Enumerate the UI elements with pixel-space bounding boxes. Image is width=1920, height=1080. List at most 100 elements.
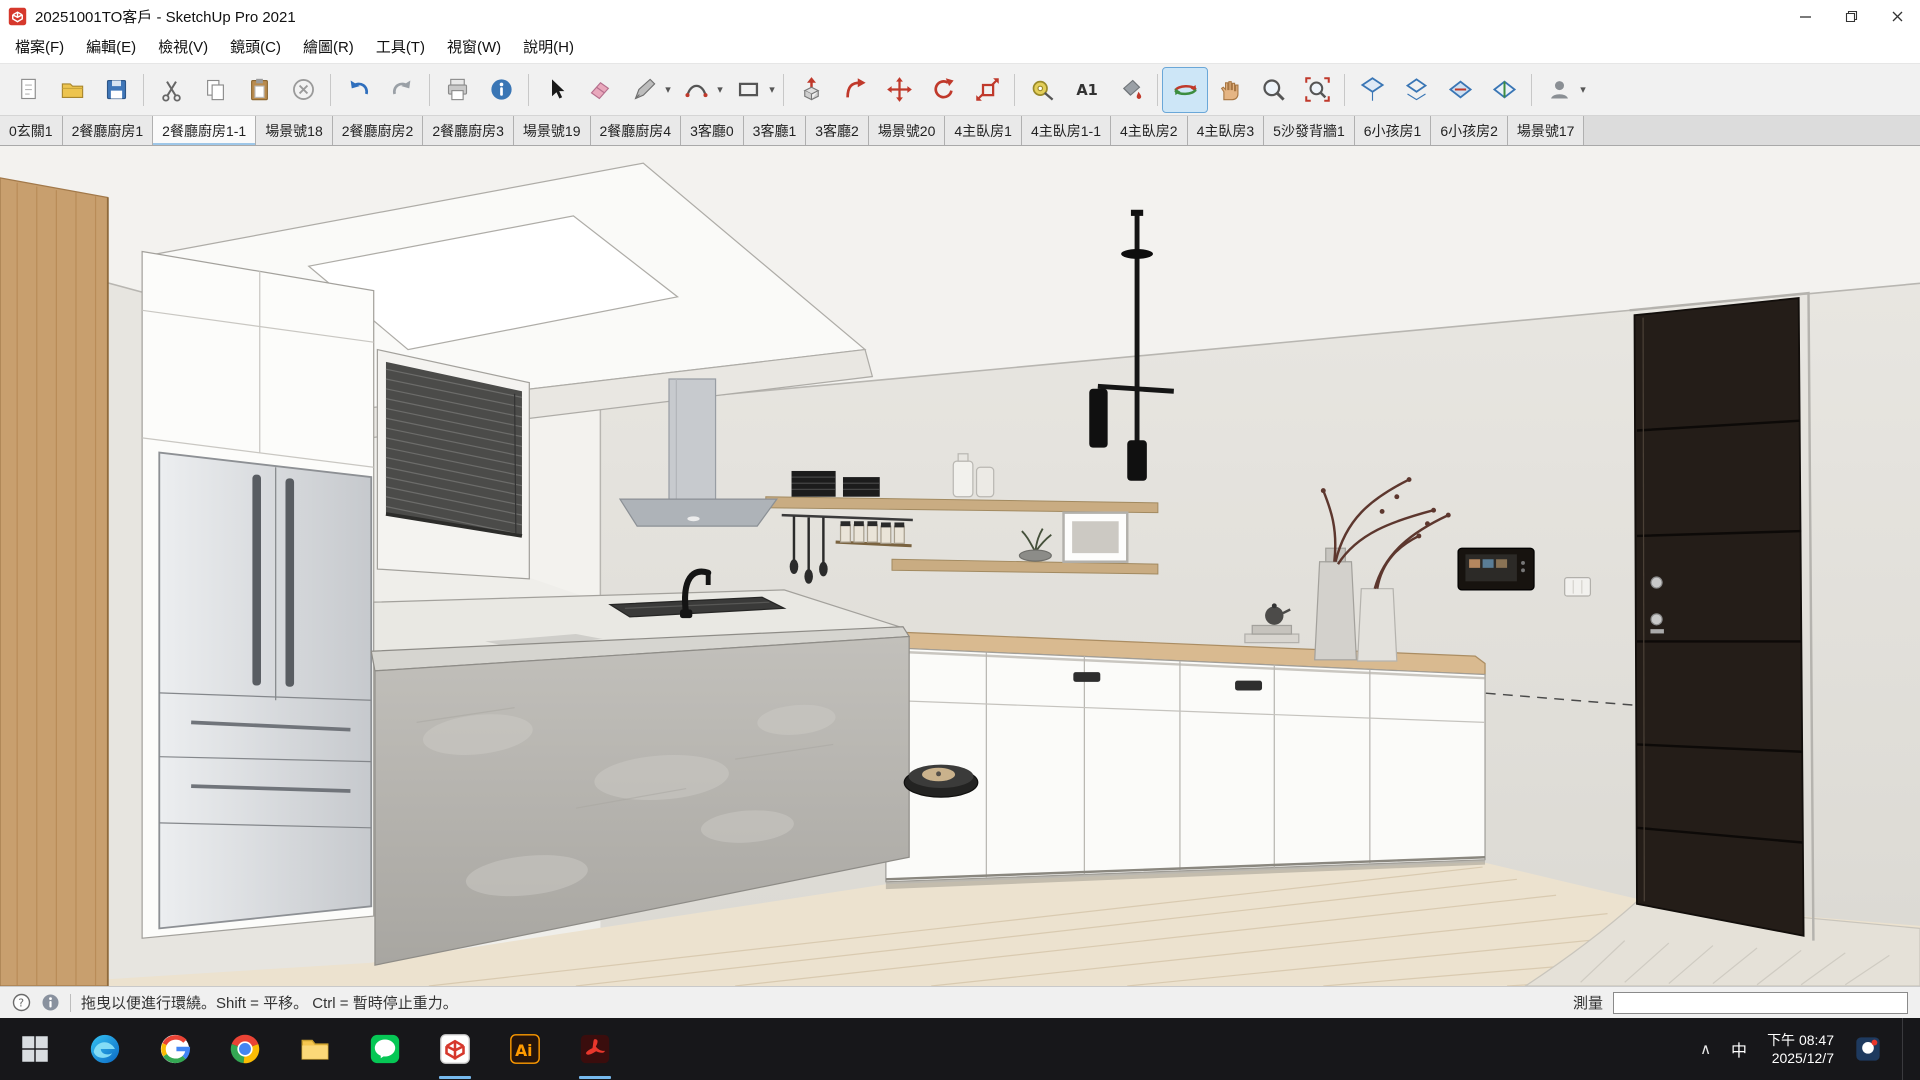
zoom-icon bbox=[1260, 76, 1287, 103]
show-desktop-button[interactable] bbox=[1902, 1018, 1908, 1080]
pan-tool-button[interactable] bbox=[1207, 68, 1251, 112]
menu-tools[interactable]: 工具(T) bbox=[365, 33, 436, 63]
start-button[interactable] bbox=[0, 1018, 70, 1080]
taskbar-clock[interactable]: 下午 08:47 2025/12/7 bbox=[1767, 1031, 1834, 1067]
paste-icon bbox=[246, 76, 273, 103]
new-button[interactable] bbox=[6, 68, 50, 112]
scene-tab-11[interactable]: 場景號20 bbox=[869, 116, 946, 145]
display-section-cuts-button[interactable] bbox=[1438, 68, 1482, 112]
taskbar-sketchup[interactable] bbox=[420, 1018, 490, 1080]
menu-window[interactable]: 視窗(W) bbox=[436, 33, 512, 63]
cut-button[interactable] bbox=[149, 68, 193, 112]
toolbar-separator bbox=[1157, 74, 1158, 106]
copy-button[interactable] bbox=[193, 68, 237, 112]
display-section-fill-button[interactable] bbox=[1482, 68, 1526, 112]
scene-tab-14[interactable]: 4主臥房2 bbox=[1111, 116, 1188, 145]
ime-indicator[interactable]: 中 bbox=[1731, 1037, 1747, 1061]
scene-tab-18[interactable]: 6小孩房2 bbox=[1431, 116, 1508, 145]
shapes-tool-button[interactable] bbox=[726, 68, 770, 112]
pan-icon bbox=[1216, 76, 1243, 103]
scene-tab-5[interactable]: 2餐廳廚房3 bbox=[423, 116, 514, 145]
menu-view[interactable]: 檢視(V) bbox=[147, 33, 219, 63]
save-button[interactable] bbox=[94, 68, 138, 112]
tray-chevron-icon[interactable]: ∧ bbox=[1700, 1040, 1711, 1058]
scene-tab-19[interactable]: 場景號17 bbox=[1508, 116, 1585, 145]
scene-tab-6[interactable]: 場景號19 bbox=[514, 116, 591, 145]
delete-button[interactable] bbox=[281, 68, 325, 112]
move-tool-button[interactable] bbox=[877, 68, 921, 112]
arc-tool-button[interactable] bbox=[674, 68, 718, 112]
display-section-planes-button[interactable] bbox=[1394, 68, 1438, 112]
scene-tab-7[interactable]: 2餐廳廚房4 bbox=[591, 116, 682, 145]
taskbar-acrobat[interactable] bbox=[560, 1018, 630, 1080]
taskbar-google[interactable] bbox=[140, 1018, 210, 1080]
follow-me-tool-button[interactable] bbox=[833, 68, 877, 112]
tape-measure-tool-button[interactable] bbox=[1020, 68, 1064, 112]
menu-draw[interactable]: 繪圖(R) bbox=[292, 33, 365, 63]
zoom-extents-button[interactable] bbox=[1295, 68, 1339, 112]
minimize-button[interactable] bbox=[1782, 0, 1828, 33]
undo-button[interactable] bbox=[336, 68, 380, 112]
scene-tab-12[interactable]: 4主臥房1 bbox=[945, 116, 1022, 145]
taskbar-chrome[interactable] bbox=[210, 1018, 280, 1080]
scene-tab-9[interactable]: 3客廳1 bbox=[744, 116, 807, 145]
scene-tab-3[interactable]: 場景號18 bbox=[256, 116, 333, 145]
scene-tab-4[interactable]: 2餐廳廚房2 bbox=[333, 116, 424, 145]
redo-button[interactable] bbox=[380, 68, 424, 112]
toolbar-separator bbox=[1014, 74, 1015, 106]
taskbar-illustrator[interactable] bbox=[490, 1018, 560, 1080]
select-tool-button[interactable] bbox=[534, 68, 578, 112]
scene-tab-8[interactable]: 3客廳0 bbox=[681, 116, 744, 145]
scale-tool-button[interactable] bbox=[965, 68, 1009, 112]
menu-camera[interactable]: 鏡頭(C) bbox=[219, 33, 292, 63]
menu-edit[interactable]: 編輯(E) bbox=[75, 33, 147, 63]
wood-panel-column[interactable] bbox=[0, 178, 108, 986]
scene-tab-17[interactable]: 6小孩房1 bbox=[1355, 116, 1432, 145]
window-blinds[interactable] bbox=[377, 350, 529, 579]
base-cabinets[interactable] bbox=[886, 632, 1485, 890]
taskbar-edge[interactable] bbox=[70, 1018, 140, 1080]
line-tool-button[interactable] bbox=[622, 68, 666, 112]
model-info-button[interactable] bbox=[479, 68, 523, 112]
scene-tab-2[interactable]: 2餐廳廚房1-1 bbox=[153, 116, 256, 145]
taskbar-line-app[interactable] bbox=[350, 1018, 420, 1080]
info-icon[interactable] bbox=[41, 993, 60, 1012]
scene-tab-16[interactable]: 5沙發背牆1 bbox=[1264, 116, 1355, 145]
light-switch[interactable] bbox=[1565, 578, 1591, 596]
restore-button[interactable] bbox=[1828, 0, 1874, 33]
help-icon[interactable]: ? bbox=[12, 993, 31, 1012]
scene-tab-15[interactable]: 4主臥房3 bbox=[1188, 116, 1265, 145]
title-bar: 20251001TO客戶 - SketchUp Pro 2021 bbox=[0, 0, 1920, 33]
push-pull-tool-button[interactable] bbox=[789, 68, 833, 112]
print-button[interactable] bbox=[435, 68, 479, 112]
section-plane-button[interactable] bbox=[1350, 68, 1394, 112]
zoom-extents-icon bbox=[1304, 76, 1331, 103]
menu-file[interactable]: 檔案(F) bbox=[4, 33, 75, 63]
measurement-input[interactable] bbox=[1613, 992, 1908, 1014]
menu-help[interactable]: 說明(H) bbox=[512, 33, 585, 63]
save-icon bbox=[103, 76, 130, 103]
entry-door[interactable] bbox=[1630, 293, 1814, 940]
robot-vacuum[interactable] bbox=[904, 765, 978, 797]
scene-tab-1[interactable]: 2餐廳廚房1 bbox=[63, 116, 154, 145]
taskbar-file-explorer[interactable] bbox=[280, 1018, 350, 1080]
toolbar-separator bbox=[429, 74, 430, 106]
line-icon bbox=[631, 76, 658, 103]
refrigerator[interactable] bbox=[159, 453, 371, 929]
paste-button[interactable] bbox=[237, 68, 281, 112]
orbit-tool-button[interactable] bbox=[1163, 68, 1207, 112]
scene-tab-0[interactable]: 0玄關1 bbox=[0, 116, 63, 145]
text-tool-button[interactable] bbox=[1064, 68, 1108, 112]
zoom-tool-button[interactable] bbox=[1251, 68, 1295, 112]
scene-tab-13[interactable]: 4主臥房1-1 bbox=[1022, 116, 1111, 145]
close-button[interactable] bbox=[1874, 0, 1920, 33]
rotate-tool-button[interactable] bbox=[921, 68, 965, 112]
scene-tab-10[interactable]: 3客廳2 bbox=[806, 116, 869, 145]
paint-bucket-tool-button[interactable] bbox=[1108, 68, 1152, 112]
eraser-tool-button[interactable] bbox=[578, 68, 622, 112]
sign-in-button[interactable] bbox=[1537, 68, 1581, 112]
model-viewport[interactable] bbox=[0, 146, 1920, 986]
wall-control-panel[interactable] bbox=[1458, 548, 1534, 590]
open-button[interactable] bbox=[50, 68, 94, 112]
tray-app-icon[interactable] bbox=[1854, 1035, 1882, 1063]
